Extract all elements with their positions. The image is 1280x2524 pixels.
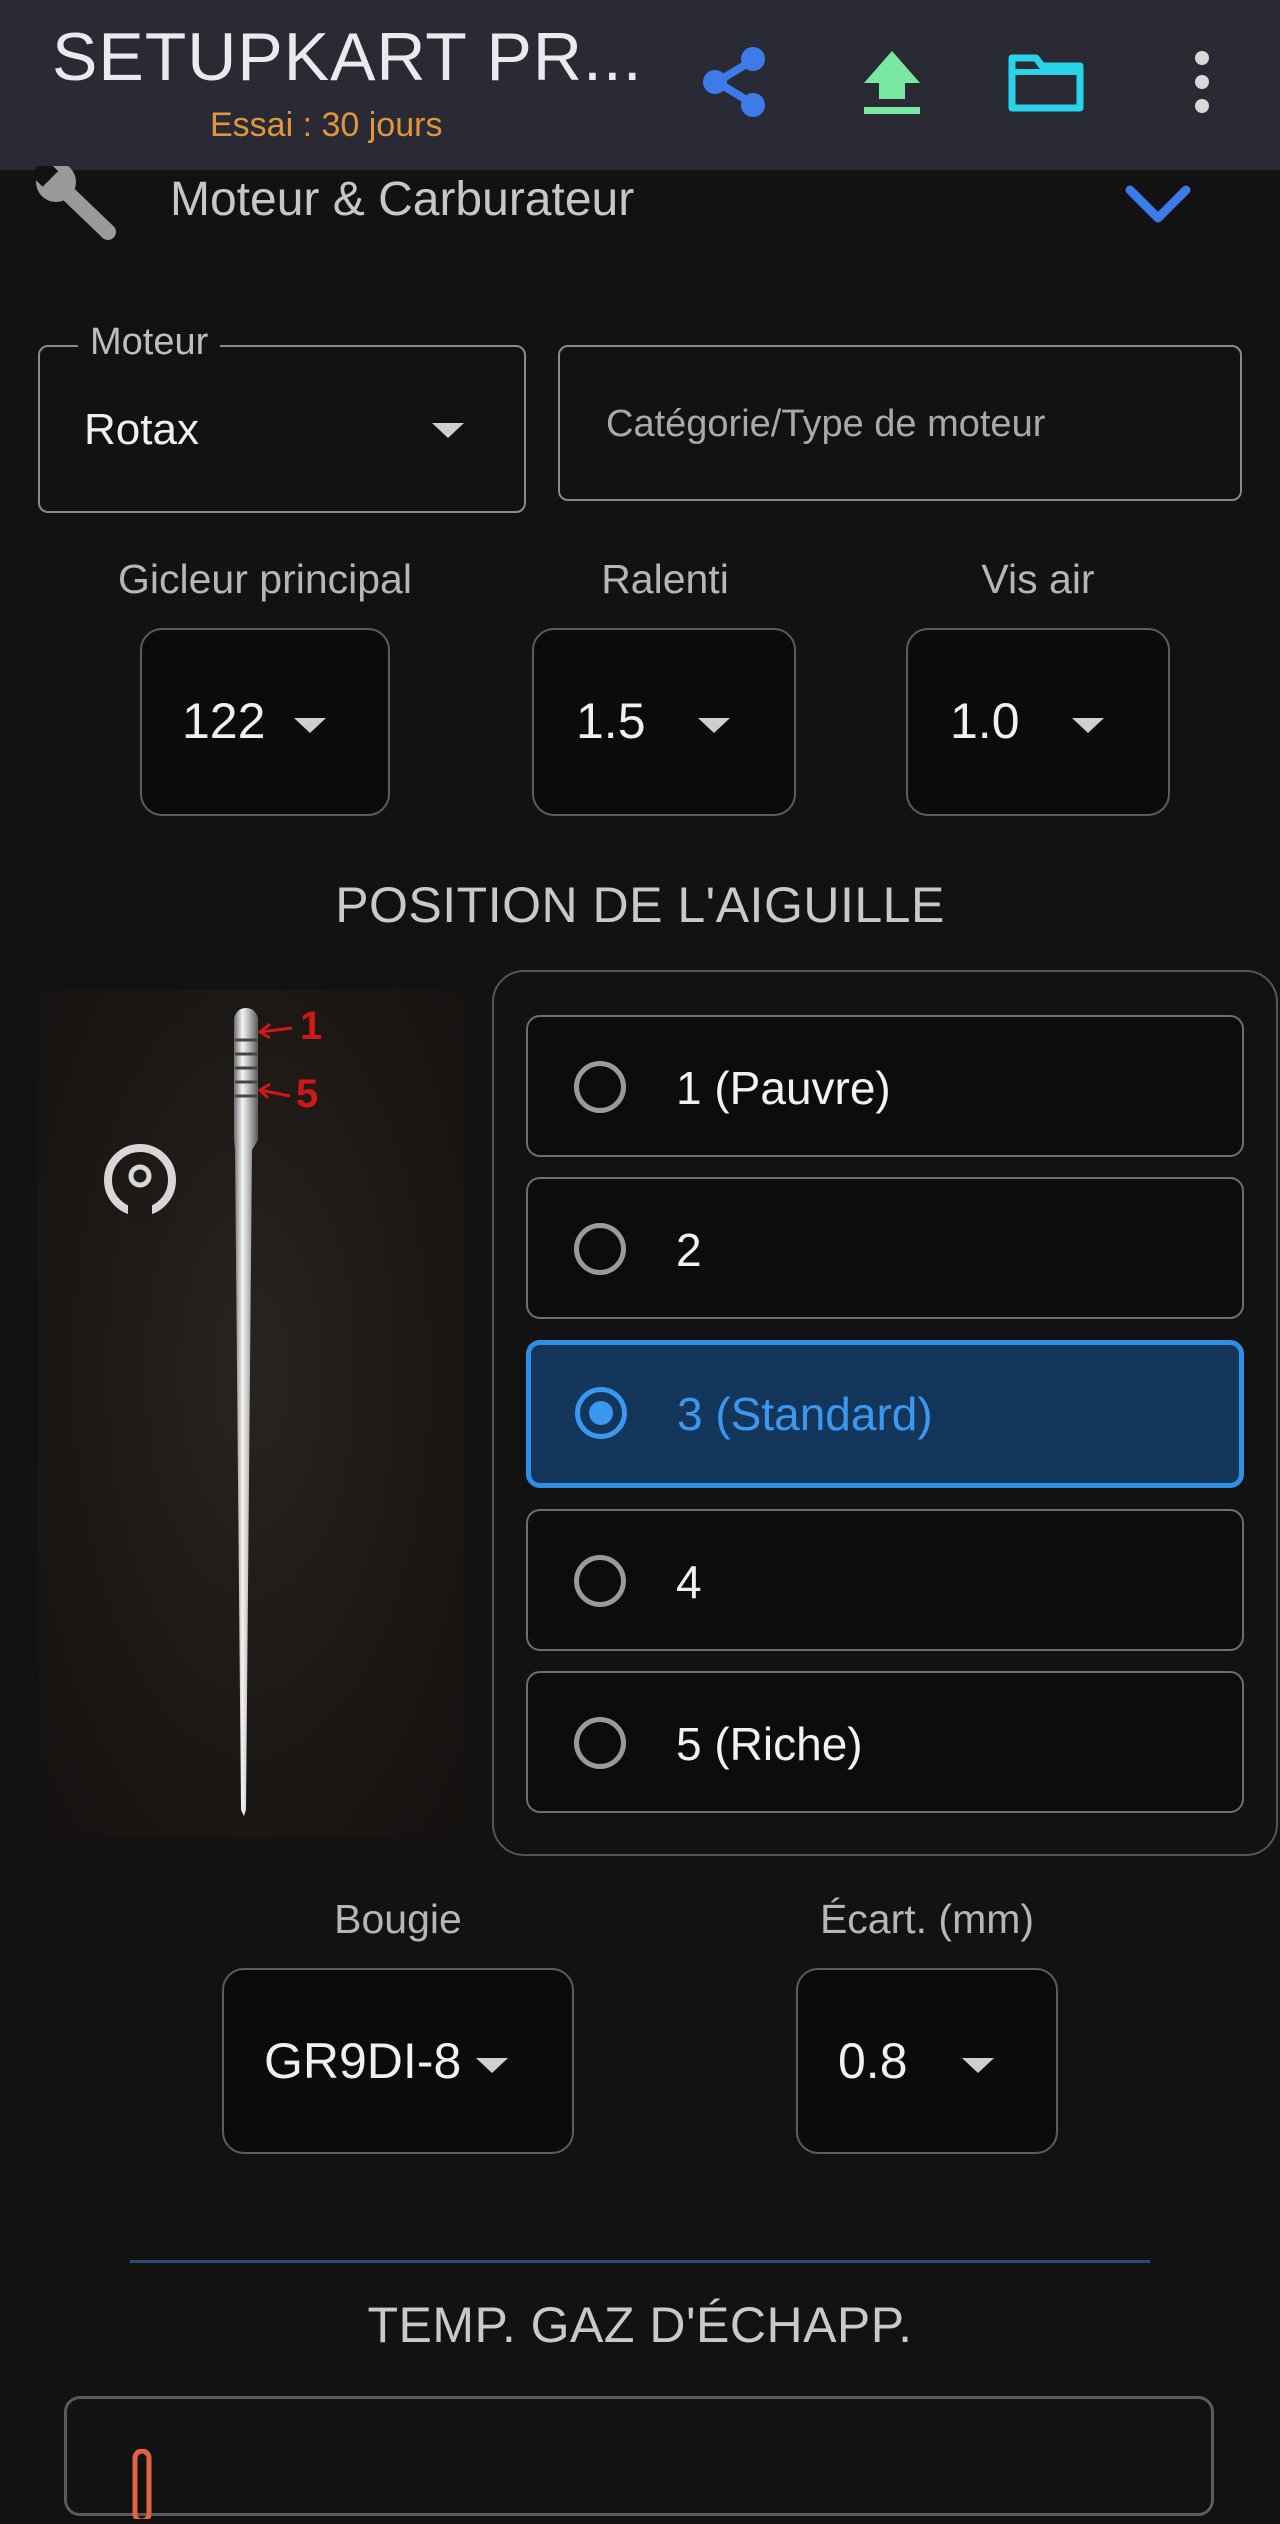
needle-option-2[interactable]: 2 [526, 1177, 1244, 1319]
dropdown-arrow-icon [698, 718, 730, 733]
upload-icon[interactable] [854, 42, 930, 122]
spark-plug-value: GR9DI-8 [264, 2033, 462, 2089]
main-jet-value: 122 [182, 693, 266, 749]
main-jet-select[interactable]: 122 [140, 628, 390, 816]
trial-status: Essai : 30 jours [210, 106, 443, 144]
egt-heading: TEMP. GAZ D'ÉCHAPP. [367, 2297, 913, 2353]
section-title: Moteur & Carburateur [170, 173, 635, 226]
needle-option-label: 4 [676, 1556, 702, 1608]
chevron-down-icon[interactable] [1120, 176, 1196, 232]
engine-value: Rotax [84, 405, 199, 454]
radio-icon [574, 1061, 626, 1113]
plug-gap-select[interactable]: 0.8 [796, 1968, 1058, 2154]
dropdown-arrow-icon [962, 2058, 994, 2073]
egt-input-card[interactable] [64, 2396, 1214, 2524]
main-jet-label: Gicleur principal [118, 556, 412, 602]
idle-label: Ralenti [601, 556, 729, 602]
needle-option-3[interactable]: 3 (Standard) [526, 1340, 1244, 1488]
needle-option-label: 5 (Riche) [676, 1718, 863, 1770]
idle-value: 1.5 [576, 693, 646, 749]
radio-icon [574, 1223, 626, 1275]
needle-clip-icon [104, 1144, 176, 1222]
spark-plug-label: Bougie [334, 1896, 462, 1942]
needle-option-label: 2 [676, 1224, 702, 1276]
plug-gap-value: 0.8 [838, 2033, 908, 2089]
idle-select[interactable]: 1.5 [532, 628, 796, 816]
needle-image: 1 5 [38, 990, 464, 1838]
dropdown-arrow-icon [432, 423, 464, 438]
needle-option-label: 3 (Standard) [677, 1388, 933, 1440]
plug-gap-label: Écart. (mm) [819, 1896, 1035, 1942]
radio-icon [574, 1555, 626, 1607]
dropdown-arrow-icon [1072, 718, 1104, 733]
more-vert-icon[interactable] [1180, 44, 1224, 120]
app-bar: SETUPKART PR... Essai : 30 jours [0, 0, 1280, 170]
wrench-icon [29, 158, 120, 242]
share-icon[interactable] [696, 42, 772, 122]
thermometer-icon [127, 2448, 157, 2524]
dropdown-arrow-icon [476, 2058, 508, 2073]
folder-icon[interactable] [1006, 46, 1086, 116]
section-divider [130, 2260, 1150, 2263]
needle-option-label: 1 (Pauvre) [676, 1062, 891, 1114]
engine-select[interactable]: Moteur Rotax [38, 321, 526, 513]
needle-marker-5: 5 [296, 1072, 319, 1116]
needle-marker-1: 1 [300, 1004, 323, 1048]
needle-option-5[interactable]: 5 (Riche) [526, 1671, 1244, 1813]
dropdown-arrow-icon [294, 718, 326, 733]
radio-selected-icon [575, 1387, 627, 1439]
needle-option-1[interactable]: 1 (Pauvre) [526, 1015, 1244, 1157]
engine-category-input[interactable]: Catégorie/Type de moteur [558, 345, 1242, 501]
air-screw-select[interactable]: 1.0 [906, 628, 1170, 816]
engine-category-placeholder: Catégorie/Type de moteur [606, 403, 1046, 445]
air-screw-label: Vis air [981, 556, 1095, 602]
spark-plug-select[interactable]: GR9DI-8 [222, 1968, 574, 2154]
needle-option-4[interactable]: 4 [526, 1509, 1244, 1651]
air-screw-value: 1.0 [950, 693, 1020, 749]
app-title: SETUPKART PR... [52, 19, 643, 95]
engine-label: Moteur [78, 321, 221, 364]
radio-icon [574, 1717, 626, 1769]
needle-position-heading: POSITION DE L'AIGUILLE [335, 877, 945, 933]
